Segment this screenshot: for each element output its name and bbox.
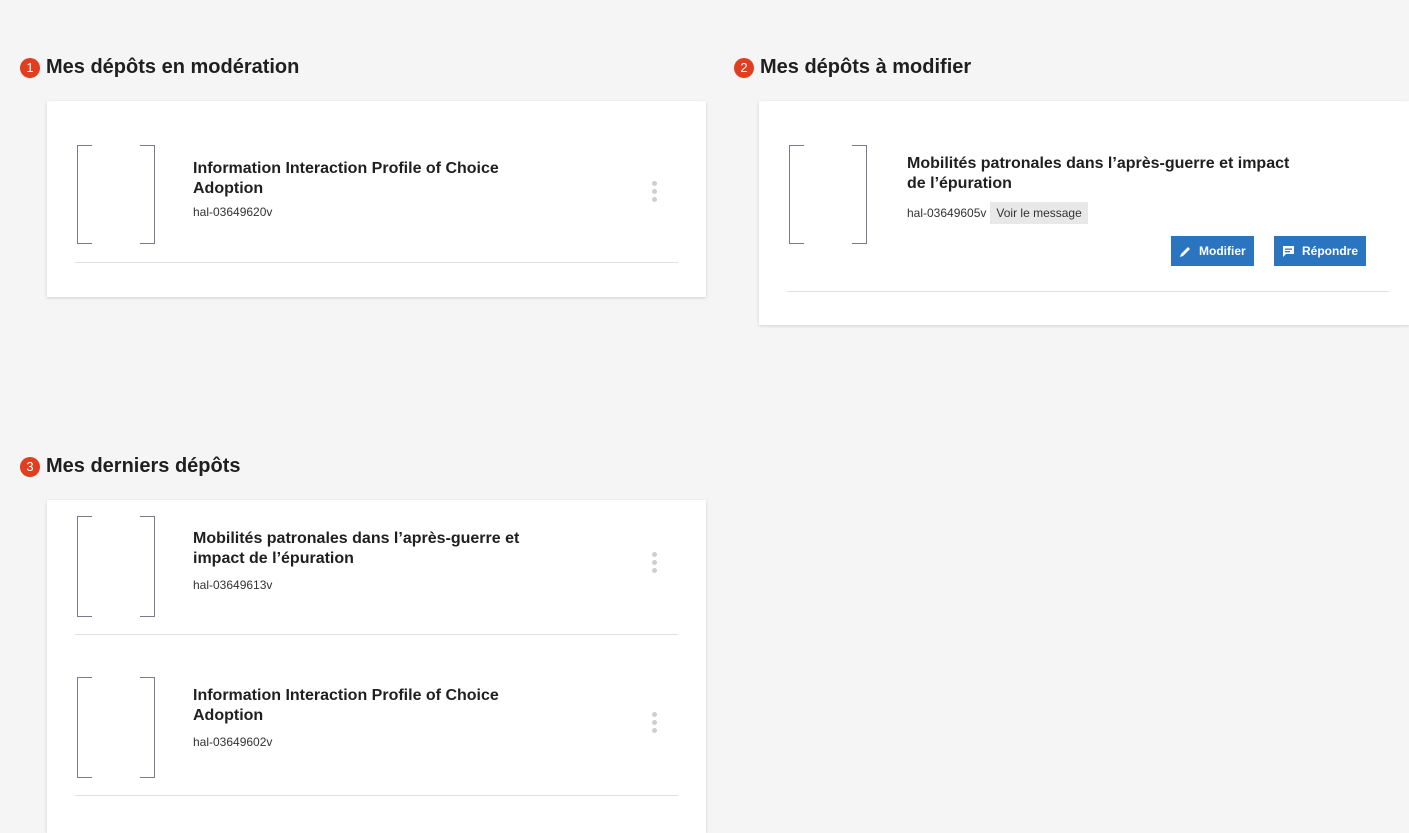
pencil-icon — [1180, 246, 1190, 257]
kebab-menu-icon[interactable] — [651, 552, 657, 573]
thumbnail-placeholder — [77, 677, 155, 778]
kebab-menu-icon[interactable] — [651, 181, 657, 202]
kebab-menu-icon[interactable] — [651, 712, 657, 733]
list-item[interactable]: Mobilités patronales dans l’après-guerre… — [75, 516, 678, 635]
item-id: hal-03649613v — [193, 578, 273, 592]
thumbnail-placeholder — [77, 145, 155, 244]
item-title[interactable]: Information Interaction Profile of Choic… — [193, 159, 613, 199]
step-badge: 2 — [734, 57, 754, 78]
step-badge: 1 — [20, 57, 40, 78]
to-modify-card: Mobilités patronales dans l’après-guerre… — [759, 101, 1409, 325]
item-id: hal-03649620v — [193, 205, 273, 219]
section-title: Mes derniers dépôts — [46, 455, 241, 477]
modify-label: Modifier — [1199, 244, 1246, 258]
list-item[interactable]: Mobilités patronales dans l’après-guerre… — [787, 145, 1389, 292]
thumbnail-placeholder — [789, 145, 867, 244]
view-message-button[interactable]: Voir le message — [990, 202, 1088, 224]
message-icon — [1283, 245, 1294, 257]
latest-card: Mobilités patronales dans l’après-guerre… — [47, 500, 706, 833]
item-id-row: hal-03649605v Voir le message — [907, 202, 1088, 224]
item-title[interactable]: Information Interaction Profile of Choic… — [193, 686, 613, 726]
step-badge: 3 — [20, 456, 40, 477]
item-id: hal-03649605v — [907, 206, 987, 220]
item-title[interactable]: Mobilités patronales dans l’après-guerre… — [193, 529, 613, 569]
section-latest-header: 3 Mes derniers dépôts — [20, 455, 241, 478]
modify-button[interactable]: Modifier — [1171, 236, 1254, 266]
section-to-modify-header: 2 Mes dépôts à modifier — [734, 56, 971, 79]
moderation-card: Information Interaction Profile of Choic… — [47, 101, 706, 297]
list-item[interactable]: Information Interaction Profile of Choic… — [75, 677, 678, 796]
section-title: Mes dépôts en modération — [46, 56, 300, 78]
item-title[interactable]: Mobilités patronales dans l’après-guerre… — [907, 154, 1387, 194]
reply-label: Répondre — [1302, 244, 1359, 258]
reply-button[interactable]: Répondre — [1274, 236, 1367, 266]
list-item[interactable]: Information Interaction Profile of Choic… — [75, 145, 678, 263]
section-moderation-header: 1 Mes dépôts en modération — [20, 56, 299, 79]
thumbnail-placeholder — [77, 516, 155, 617]
section-title: Mes dépôts à modifier — [760, 56, 972, 78]
item-id: hal-03649602v — [193, 735, 273, 749]
